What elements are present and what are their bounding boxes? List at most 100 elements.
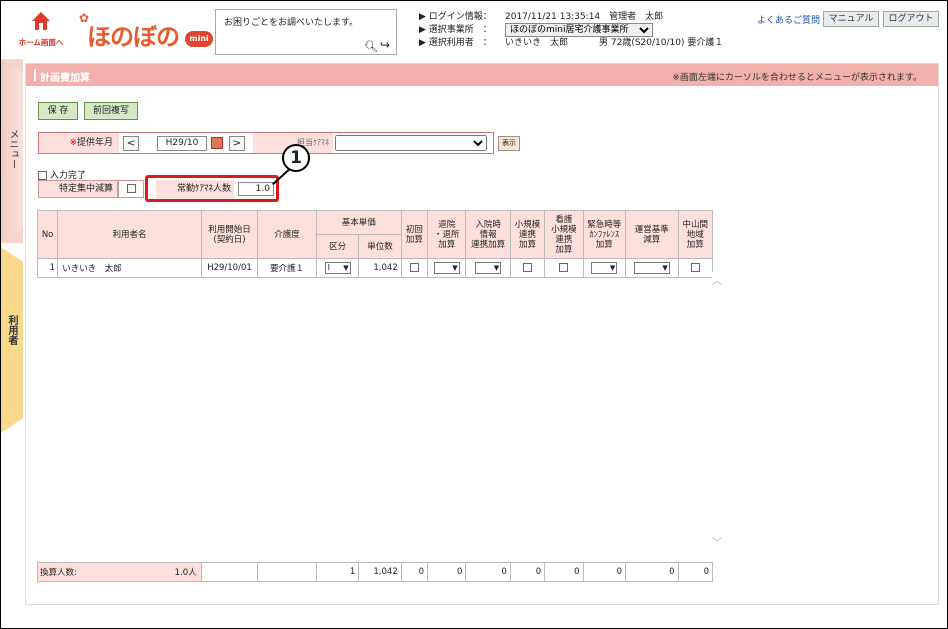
summary-label-cell: 換算人数: 1.0人	[37, 562, 202, 582]
logo-text: ほのぼの	[87, 23, 180, 51]
forward-arrow-icon[interactable]: ↪	[380, 38, 390, 52]
col-kinkyu: 緊急時等 ｶﾝﾌｧﾚﾝｽ 加算	[582, 210, 627, 259]
side-user-label: 利用者	[6, 315, 17, 345]
taiin-select[interactable]: ▼	[433, 262, 460, 274]
prev-month-button[interactable]: <	[123, 136, 139, 151]
summary-count: 1.0人	[174, 568, 197, 578]
logo: ✿ ほのぼの mini	[77, 9, 213, 51]
chevron-down-icon: ▼	[662, 264, 668, 272]
summary-taiin: 0	[426, 562, 467, 582]
selected-user-detail: 男 72歳(S20/10/10) 要介護１	[599, 38, 724, 48]
next-month-button[interactable]: >	[229, 136, 245, 151]
summary-kubun: 1	[315, 562, 360, 582]
row-start: H29/10/01	[200, 258, 259, 278]
menu-hint: ※画面左端にカーソルを合わせるとメニューが表示されます。	[672, 73, 922, 83]
col-name: 利用者名	[57, 210, 202, 259]
summary-shokai: 0	[400, 562, 429, 582]
main-panel: 計画費加算 ※画面左端にカーソルを合わせるとメニューが表示されます。 保 存 前…	[25, 63, 939, 605]
title-bar: 計画費加算 ※画面左端にカーソルを合わせるとメニューが表示されます。	[26, 64, 938, 86]
home-button[interactable]: ホーム画面へ	[15, 11, 67, 51]
col-chusan: 中山間 地域 加算	[677, 210, 714, 259]
table-scrollbar[interactable]: ︿ ﹀	[712, 272, 724, 550]
chevron-down-icon: ▼	[609, 264, 616, 272]
save-button[interactable]: 保 存	[38, 102, 78, 120]
nyuin-select[interactable]: ▼	[475, 262, 502, 274]
logo-badge: mini	[185, 31, 213, 47]
side-menu-tab[interactable]: メニュー	[1, 59, 23, 243]
reduction-checkbox-cell	[118, 180, 144, 198]
office-label: ▶ 選択事業所 ：	[419, 25, 492, 35]
summary-chusan: 0	[677, 562, 714, 582]
home-label: ホーム画面へ	[18, 38, 64, 47]
month-label: ※提供年月	[39, 133, 119, 153]
summary-kinkyu: 0	[582, 562, 627, 582]
kango-checkbox[interactable]	[559, 263, 569, 272]
month-input[interactable]: H29/10	[157, 136, 207, 151]
highlight-box	[145, 175, 279, 202]
display-button[interactable]: 表示	[498, 136, 520, 151]
copy-previous-button[interactable]: 前回複写	[84, 102, 138, 120]
filter-row: ※提供年月 < H29/10 > 担当ｹｱﾏﾈ	[38, 132, 494, 154]
col-start: 利用開始日 (契約日)	[200, 210, 259, 259]
scroll-up-icon[interactable]: ︿	[712, 272, 722, 287]
side-menu-label: メニュー	[7, 129, 18, 169]
logout-button[interactable]: ログアウト	[883, 11, 939, 27]
row-kubun-cell: Ⅰ ▼	[315, 258, 360, 278]
unei-select[interactable]: ▼	[633, 262, 670, 274]
session-info: ▶ ログイン情報： 2017/11/21 13:35:14 管理者 太郎 ▶ 選…	[419, 11, 739, 50]
side-user-tab[interactable]: 利用者	[1, 247, 23, 433]
calendar-icon[interactable]	[211, 137, 223, 149]
selected-user-label: ▶ 選択利用者 ：	[419, 38, 492, 48]
summary-row: 換算人数: 1.0人 1 1,042 0 0 0 0 0 0 0 0	[37, 562, 714, 582]
summary-table: 換算人数: 1.0人 1 1,042 0 0 0 0 0 0 0 0	[37, 562, 714, 582]
col-nyuin: 入院時 情報 連携加算	[465, 210, 511, 259]
login-info-label: ▶ ログイン情報：	[419, 12, 492, 22]
page-title: 計画費加算	[40, 73, 90, 84]
col-kango: 看護 小規模 連携 加算	[544, 210, 584, 259]
reduction-checkbox[interactable]	[126, 184, 136, 193]
col-shokai: 初回 加算	[400, 210, 429, 259]
col-unei: 運営基準 減算	[625, 210, 679, 259]
col-taiin: 退院 ・退所 加算	[426, 210, 467, 259]
col-shoki: 小規模 連携 加算	[509, 210, 546, 259]
shokai-checkbox[interactable]	[409, 263, 419, 272]
faq-link[interactable]: よくあるご質問	[757, 13, 820, 26]
reduction-label: 特定集中減算	[38, 180, 118, 198]
help-search-input[interactable]: お困りごとをお調べいたします。	[224, 15, 358, 28]
summary-shoki: 0	[509, 562, 546, 582]
summary-nyuin: 0	[465, 562, 511, 582]
chevron-down-icon: ▼	[452, 264, 458, 272]
search-icon[interactable]: 🔍︎	[364, 40, 378, 53]
manual-button[interactable]: マニュアル	[823, 11, 879, 27]
kubun-select[interactable]: Ⅰ ▼	[324, 262, 351, 274]
summary-label: 換算人数:	[40, 568, 77, 578]
col-no: No	[36, 210, 59, 259]
kinkyu-select[interactable]: ▼	[591, 262, 618, 274]
home-icon	[32, 12, 50, 30]
summary-unei: 0	[625, 562, 679, 582]
office-select[interactable]: ほのぼのmini居宅介護事業所	[505, 23, 653, 37]
callout-badge: 1	[282, 144, 310, 172]
chevron-down-icon: ▼	[343, 264, 349, 272]
help-search-box[interactable]: お困りごとをお調べいたします。 🔍︎ ↪	[215, 9, 397, 55]
header: ホーム画面へ ✿ ほのぼの mini お困りごとをお調べいたします。 🔍︎ ↪ …	[1, 1, 947, 59]
col-care: 介護度	[257, 210, 317, 259]
summary-kango: 0	[544, 562, 584, 582]
row-units: 1,042	[358, 258, 402, 278]
input-complete-checkbox[interactable]	[38, 171, 47, 180]
selected-user-name: いきいき 太郎	[505, 38, 569, 48]
summary-units: 1,042	[358, 562, 402, 582]
scroll-down-icon[interactable]: ﹀	[712, 534, 722, 549]
shoki-checkbox[interactable]	[523, 263, 533, 272]
caremanager-select[interactable]	[335, 135, 487, 151]
chusan-checkbox[interactable]	[690, 263, 700, 272]
app-window: ホーム画面へ ✿ ほのぼの mini お困りごとをお調べいたします。 🔍︎ ↪ …	[0, 0, 948, 629]
col-units: 単位数	[358, 234, 402, 259]
col-unit-group: 基本単価	[315, 210, 402, 235]
addition-table: No 利用者名 利用開始日 (契約日) 介護度 基本単価 初回 加算 退院 ・退…	[36, 210, 714, 278]
row-no: 1	[36, 258, 59, 278]
table-row: 1 いきいき 太郎 H29/10/01 要介護１ Ⅰ ▼ 1,042 ▼ ▼ ▼ …	[36, 258, 714, 278]
row-name: いきいき 太郎	[57, 258, 202, 278]
row-care: 要介護１	[257, 258, 317, 278]
chevron-down-icon: ▼	[493, 264, 500, 272]
